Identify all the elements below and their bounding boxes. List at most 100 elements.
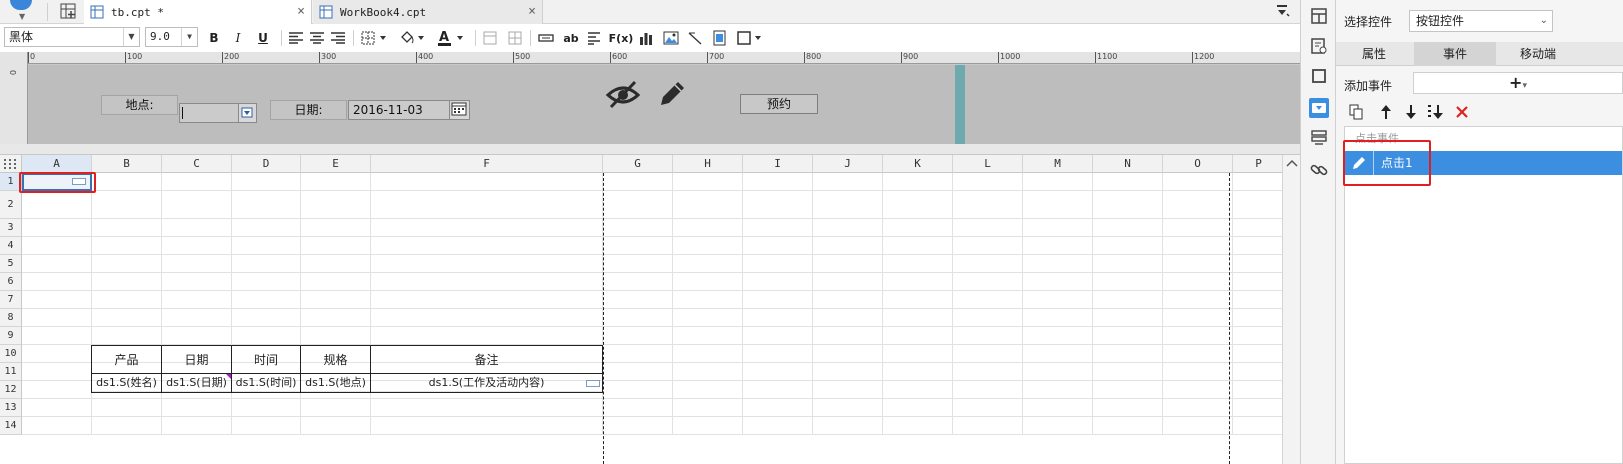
tab-properties[interactable]: 属性 — [1336, 42, 1412, 66]
field-cell-date[interactable]: ds1.S(日期) — [162, 374, 232, 392]
grid-cell[interactable] — [813, 173, 883, 191]
column-header[interactable]: G — [603, 155, 673, 173]
grid-cell[interactable] — [603, 345, 673, 363]
grid-cell[interactable] — [1093, 327, 1163, 345]
grid-cell[interactable] — [743, 363, 813, 381]
control-type-select[interactable]: 按钮控件 ⌄ — [1409, 10, 1553, 32]
grid-cell[interactable] — [883, 327, 953, 345]
grid-cell[interactable] — [603, 237, 673, 255]
location-label-widget[interactable]: 地点: — [101, 95, 178, 115]
select-all-corner[interactable] — [0, 155, 22, 173]
grid-cell[interactable] — [1233, 173, 1285, 191]
grid-cell[interactable] — [1023, 363, 1093, 381]
tab-workbook4[interactable]: WorkBook4.cpt × — [313, 0, 543, 24]
grid-cell[interactable] — [232, 273, 301, 291]
date-label-widget[interactable]: 日期: — [270, 100, 347, 120]
grid-cell[interactable] — [953, 273, 1023, 291]
column-header[interactable]: A — [22, 155, 92, 173]
grid-cell[interactable] — [22, 309, 92, 327]
grid-cell[interactable] — [813, 381, 883, 399]
border-button[interactable] — [360, 28, 390, 48]
grid-cell[interactable] — [1023, 173, 1093, 191]
grid-cell[interactable] — [743, 291, 813, 309]
grid-cell[interactable] — [603, 381, 673, 399]
wrap-text-button[interactable]: ab — [562, 28, 580, 48]
header-cell-date[interactable]: 日期 — [162, 346, 232, 374]
grid-cell[interactable] — [232, 417, 301, 435]
sub-report-button[interactable] — [711, 28, 727, 48]
edit-icon[interactable] — [656, 78, 688, 110]
grid-cell[interactable] — [953, 255, 1023, 273]
grid-cell[interactable] — [883, 345, 953, 363]
grid-cell[interactable] — [603, 255, 673, 273]
eye-hidden-icon[interactable] — [605, 79, 641, 111]
move-down-button[interactable] — [1401, 102, 1421, 122]
grid-cell[interactable] — [371, 399, 603, 417]
edit-icon[interactable] — [1351, 155, 1367, 171]
grid-cell[interactable] — [22, 381, 92, 399]
grid-cell[interactable] — [1023, 381, 1093, 399]
hyperlink-button[interactable] — [1309, 160, 1329, 180]
grid-cell[interactable] — [301, 191, 371, 219]
close-icon[interactable]: × — [528, 4, 536, 19]
grid-cell[interactable] — [371, 173, 603, 191]
grid-cell[interactable] — [1093, 219, 1163, 237]
grid-cell[interactable] — [603, 417, 673, 435]
grid-cell[interactable] — [162, 309, 232, 327]
grid-cell[interactable] — [673, 417, 743, 435]
grid-cell[interactable] — [162, 255, 232, 273]
grid-cell[interactable] — [603, 363, 673, 381]
grid-cell[interactable] — [1163, 273, 1233, 291]
grid-cell[interactable] — [743, 327, 813, 345]
grid-cell[interactable] — [1233, 191, 1285, 219]
grid-cell[interactable] — [1163, 345, 1233, 363]
tab-events[interactable]: 事件 — [1414, 42, 1496, 66]
cell-attribute-button[interactable] — [1309, 6, 1329, 26]
grid-cell[interactable] — [673, 309, 743, 327]
align-left-button[interactable] — [288, 28, 304, 48]
row-header[interactable]: 2 — [0, 191, 22, 219]
selected-cell-a1[interactable] — [22, 173, 92, 191]
delete-event-button[interactable] — [1452, 102, 1472, 122]
grid-cell[interactable] — [1163, 173, 1233, 191]
cell-element-button[interactable] — [1309, 36, 1329, 56]
column-header[interactable]: M — [1023, 155, 1093, 173]
calendar-button[interactable] — [449, 101, 469, 119]
grid-cell[interactable] — [1023, 291, 1093, 309]
grid-cell[interactable] — [953, 291, 1023, 309]
location-combobox[interactable] — [179, 103, 257, 123]
grid-cell[interactable] — [743, 173, 813, 191]
grid-cell[interactable] — [673, 345, 743, 363]
grid-cell[interactable] — [22, 291, 92, 309]
grid-cell[interactable] — [232, 237, 301, 255]
column-header[interactable]: D — [232, 155, 301, 173]
grid-cell[interactable] — [1023, 237, 1093, 255]
row-header[interactable]: 5 — [0, 255, 22, 273]
grid-cell[interactable] — [1093, 399, 1163, 417]
tab-mobile[interactable]: 移动端 — [1498, 42, 1578, 66]
grid-cell[interactable] — [1163, 237, 1233, 255]
row-header[interactable]: 14 — [0, 417, 22, 435]
grid-cell[interactable] — [603, 291, 673, 309]
row-header[interactable]: 9 — [0, 327, 22, 345]
row-header[interactable]: 4 — [0, 237, 22, 255]
grid-cell[interactable] — [22, 191, 92, 219]
grid-cell[interactable] — [673, 381, 743, 399]
grid-cell[interactable] — [22, 327, 92, 345]
grid-cell[interactable] — [673, 291, 743, 309]
grid-cell[interactable] — [673, 273, 743, 291]
grid-cell[interactable] — [883, 219, 953, 237]
grid-cell[interactable] — [673, 399, 743, 417]
grid-cell[interactable] — [953, 237, 1023, 255]
vertical-scrollbar[interactable] — [1282, 155, 1300, 464]
combo-dropdown-button[interactable] — [238, 104, 256, 122]
column-header[interactable]: L — [953, 155, 1023, 173]
row-header[interactable]: 10 — [0, 345, 22, 363]
grid-cell[interactable] — [673, 255, 743, 273]
grid-cell[interactable] — [813, 345, 883, 363]
column-header[interactable]: P — [1233, 155, 1285, 173]
grid-cell[interactable] — [162, 237, 232, 255]
grid-cell[interactable] — [953, 327, 1023, 345]
column-header[interactable]: H — [673, 155, 743, 173]
search-menu-button[interactable]: ▼ — [0, 0, 42, 24]
